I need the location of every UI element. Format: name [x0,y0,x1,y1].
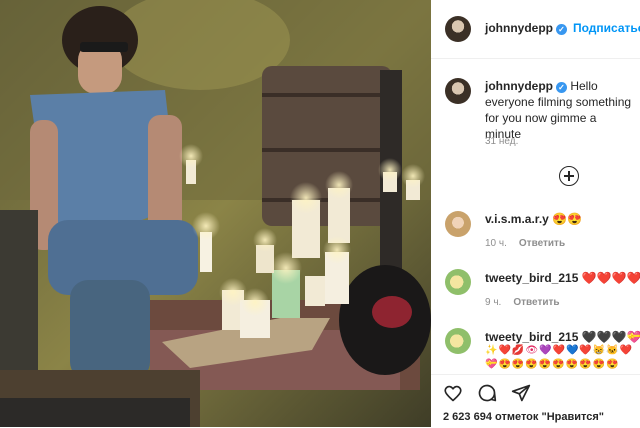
comment-avatar[interactable] [445,328,471,354]
comment-icon[interactable] [477,383,497,403]
reply-button[interactable]: Ответить [513,297,559,308]
comment-avatar[interactable] [445,211,471,237]
post-sidebar: johnnydepp✓ Подписаться johnnydepp✓ Hell… [431,0,640,428]
likes-suffix: "Нравится" [541,411,604,423]
comment: v.i.s.m.a.r.y 😍😍 [485,212,582,226]
follow-button[interactable]: Подписаться [573,21,640,35]
verified-icon: ✓ [556,24,567,35]
post-age[interactable]: 31 нед. [485,136,518,147]
comment-avatar[interactable] [445,269,471,295]
comment-text-line-2: ✨❤️💋👁💜❤️💙❤️😸🐱❤️ [485,345,634,356]
comment-meta: 9 ч. Ответить [485,297,560,308]
comment-age[interactable]: 10 ч. [485,238,507,249]
post-caption: johnnydepp ✓ Hello everyone filming somet… [485,78,635,142]
heart-icon[interactable] [443,383,463,403]
caption-avatar[interactable] [445,78,471,104]
likes-number: 2 623 694 [443,411,492,423]
comment: tweety_bird_215 🖤🖤🖤💝🖤 [485,330,640,344]
comment-username[interactable]: tweety_bird_215 [485,271,578,285]
comment-text-line-3: 💝😍😍😍😍😍😍😍😍😍 [485,359,620,370]
verified-icon: ✓ [556,82,567,93]
post-actions: 2 623 694 отметок "Нравится" [431,374,640,428]
caption-username-text[interactable]: johnnydepp [485,79,553,93]
avatar[interactable] [445,16,471,42]
reply-button[interactable]: Ответить [519,238,565,249]
comment-text: 🖤🖤🖤💝🖤 [581,330,640,344]
comment-age[interactable]: 9 ч. [485,297,501,308]
comment: tweety_bird_215 ❤️❤️❤️❤️ [485,271,640,285]
caption-username[interactable]: johnnydepp ✓ [485,79,567,93]
post-header: johnnydepp✓ Подписаться [431,0,640,59]
likes-count[interactable]: 2 623 694 отметок "Нравится" [443,411,604,423]
comment-username[interactable]: v.i.s.m.a.r.y [485,212,549,226]
post-username[interactable]: johnnydepp ✓ [485,21,567,35]
load-more-comments-icon[interactable] [559,166,579,186]
comment-meta: 10 ч. Ответить [485,238,565,249]
post-username-text[interactable]: johnnydepp [485,21,553,35]
share-icon[interactable] [511,383,531,403]
comment-text: 😍😍 [552,212,583,226]
comment-username[interactable]: tweety_bird_215 [485,330,578,344]
post-photo[interactable] [0,0,431,427]
comment-text: ❤️❤️❤️❤️ [581,271,640,285]
likes-word: отметок [495,411,539,423]
post-photo-scene [0,0,431,427]
